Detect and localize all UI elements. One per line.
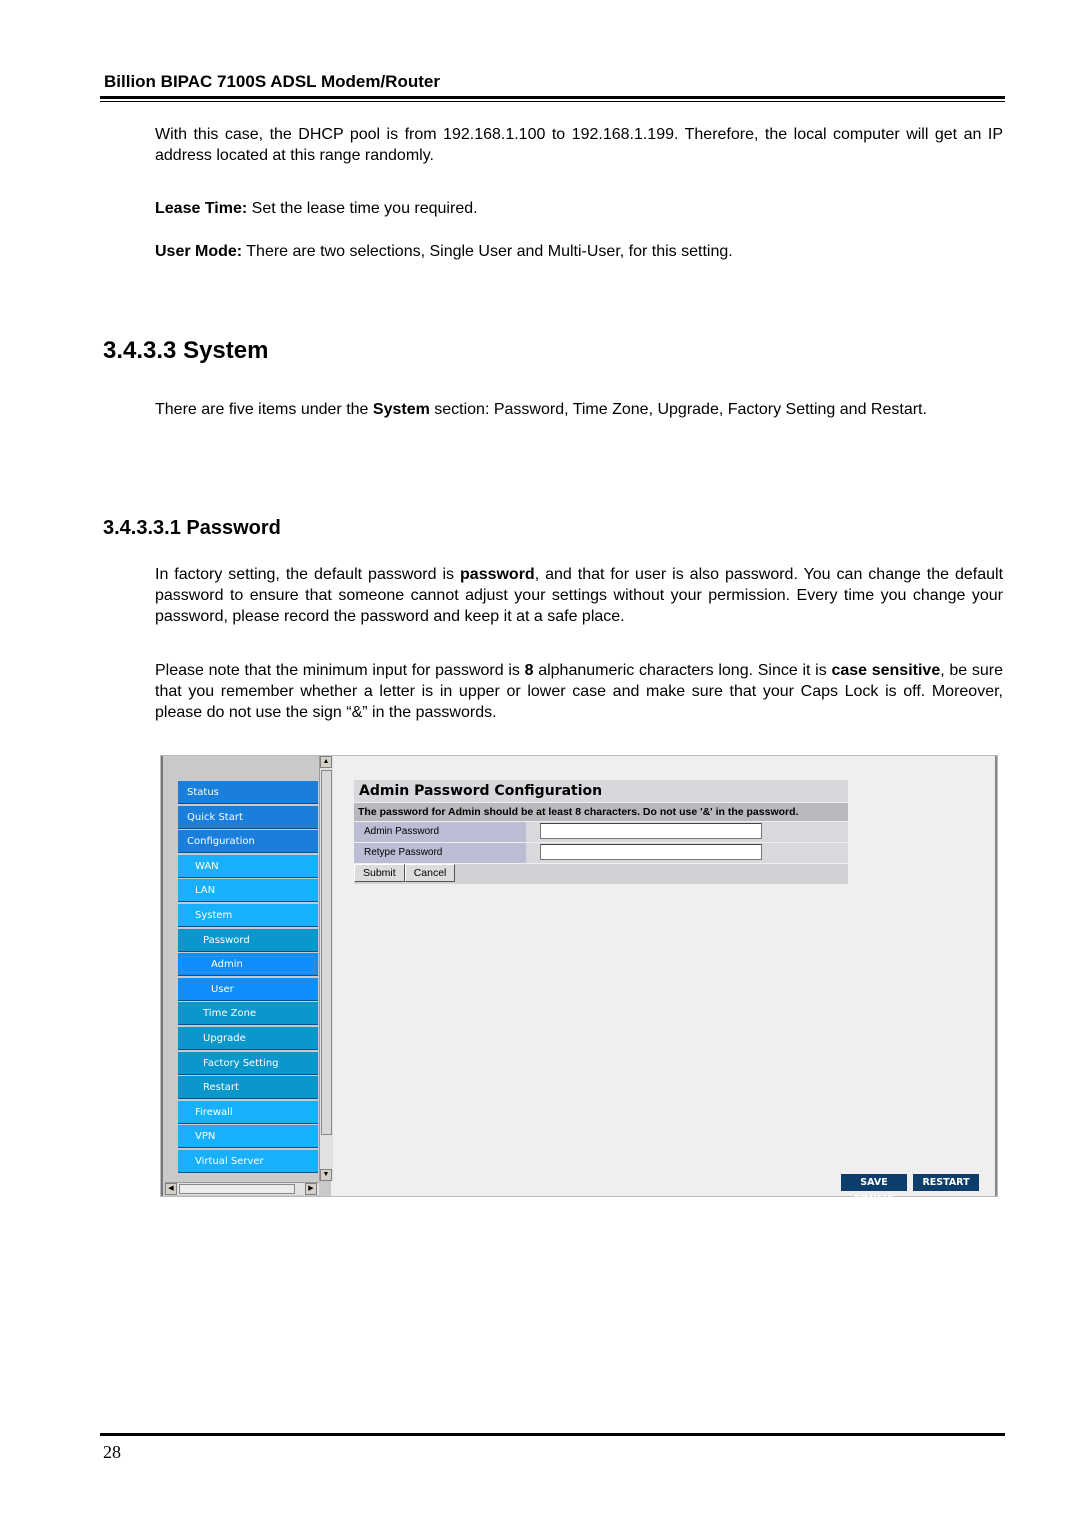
sidebar-item-virtual-server[interactable]: Virtual Server xyxy=(178,1149,318,1173)
retype-password-row: Retype Password xyxy=(354,843,848,863)
lease-time-text: Set the lease time you required. xyxy=(247,200,478,217)
sidebar-item-restart[interactable]: Restart xyxy=(178,1076,318,1100)
scroll-left-icon[interactable]: ◀ xyxy=(165,1183,177,1195)
password-paragraph-1: In factory setting, the default password… xyxy=(155,564,1003,627)
nav-frame: Status Quick Start Configuration WAN LAN Syst… xyxy=(161,756,333,1196)
field-cell xyxy=(526,822,848,842)
user-mode-label: User Mode: xyxy=(155,243,243,260)
text: Please note that the minimum input for p… xyxy=(155,662,525,679)
sidebar-item-lan[interactable]: LAN xyxy=(178,879,318,903)
sidebar-item-system[interactable]: System xyxy=(178,903,318,927)
lease-time-label: Lease Time: xyxy=(155,200,248,217)
text: alphanumeric characters long. Since it i… xyxy=(533,662,832,679)
sidebar-item-quick-start[interactable]: Quick Start xyxy=(178,805,318,829)
bold-text: System xyxy=(372,401,430,418)
document-header-title: Billion BIPAC 7100S ADSL Modem/Router xyxy=(104,72,440,91)
bold-text: 8 xyxy=(524,662,534,679)
admin-password-panel: Admin Password Configuration The passwor… xyxy=(354,780,848,884)
sidebar-item-password[interactable]: Password xyxy=(178,928,318,952)
footer-rule xyxy=(100,1433,1005,1436)
page-number: 28 xyxy=(103,1442,121,1462)
sidebar-item-user[interactable]: User xyxy=(178,977,318,1001)
button-row: Submit Cancel xyxy=(354,864,848,884)
section-heading-system: 3.4.3.3 System xyxy=(103,337,269,364)
sidebar-item-wan[interactable]: WAN xyxy=(178,854,318,878)
password-paragraph-2: Please note that the minimum input for p… xyxy=(155,660,1003,723)
cancel-button[interactable]: Cancel xyxy=(404,864,456,882)
system-paragraph: There are five items under the System se… xyxy=(155,399,1003,420)
sidebar-item-factory-setting[interactable]: Factory Setting xyxy=(178,1051,318,1075)
frame-border xyxy=(995,756,997,1196)
sidebar-item-vpn[interactable]: VPN xyxy=(178,1125,318,1149)
horizontal-scrollbar[interactable]: ◀ ▶ xyxy=(165,1182,319,1195)
save-config-button[interactable]: SAVE CONFIG xyxy=(841,1174,907,1205)
text: section: Password, Time Zone, Upgrade, F… xyxy=(429,401,927,418)
bold-text: case sensitive xyxy=(831,662,941,679)
dhcp-paragraph: With this case, the DHCP pool is from 19… xyxy=(155,126,1003,164)
admin-password-input[interactable] xyxy=(540,823,762,839)
scroll-thumb[interactable] xyxy=(321,770,332,1135)
scroll-down-icon[interactable]: ▼ xyxy=(320,1169,332,1181)
lease-time-paragraph: Lease Time: Set the lease time you requi… xyxy=(155,198,1003,219)
submit-button[interactable]: Submit xyxy=(354,864,405,882)
bold-text: password xyxy=(460,566,535,583)
retype-password-label: Retype Password xyxy=(354,843,526,863)
user-mode-text: There are two selections, Single User an… xyxy=(242,243,733,260)
text: There are five items under the xyxy=(155,401,373,418)
sidebar-nav: Status Quick Start Configuration WAN LAN Syst… xyxy=(178,781,318,1175)
panel-title: Admin Password Configuration xyxy=(354,780,848,802)
sidebar-item-configuration[interactable]: Configuration xyxy=(178,830,318,854)
header-rule xyxy=(100,96,1005,99)
router-ui-screenshot: Status Quick Start Configuration WAN LAN Syst… xyxy=(160,755,998,1205)
scroll-thumb[interactable] xyxy=(179,1184,295,1194)
field-cell xyxy=(526,843,848,863)
sidebar-item-firewall[interactable]: Firewall xyxy=(178,1100,318,1124)
admin-password-label: Admin Password xyxy=(354,822,526,842)
restart-button[interactable]: RESTART xyxy=(913,1174,979,1191)
text: In factory setting, the default password… xyxy=(155,566,461,583)
scroll-up-icon[interactable]: ▲ xyxy=(320,756,332,768)
sidebar-item-admin[interactable]: Admin xyxy=(178,953,318,977)
user-mode-paragraph: User Mode: There are two selections, Sin… xyxy=(155,241,1003,262)
vertical-scrollbar[interactable]: ▲ ▼ xyxy=(319,756,333,1181)
scroll-right-icon[interactable]: ▶ xyxy=(305,1183,317,1195)
sidebar-item-status[interactable]: Status xyxy=(178,781,318,804)
sidebar-item-time-zone[interactable]: Time Zone xyxy=(178,1002,318,1026)
section-heading-password: 3.4.3.3.1 Password xyxy=(103,517,281,539)
panel-note: The password for Admin should be at leas… xyxy=(354,803,848,821)
admin-password-row: Admin Password xyxy=(354,822,848,842)
retype-password-input[interactable] xyxy=(540,844,762,860)
sidebar-item-upgrade[interactable]: Upgrade xyxy=(178,1026,318,1050)
header-rule-thin xyxy=(100,101,1005,102)
